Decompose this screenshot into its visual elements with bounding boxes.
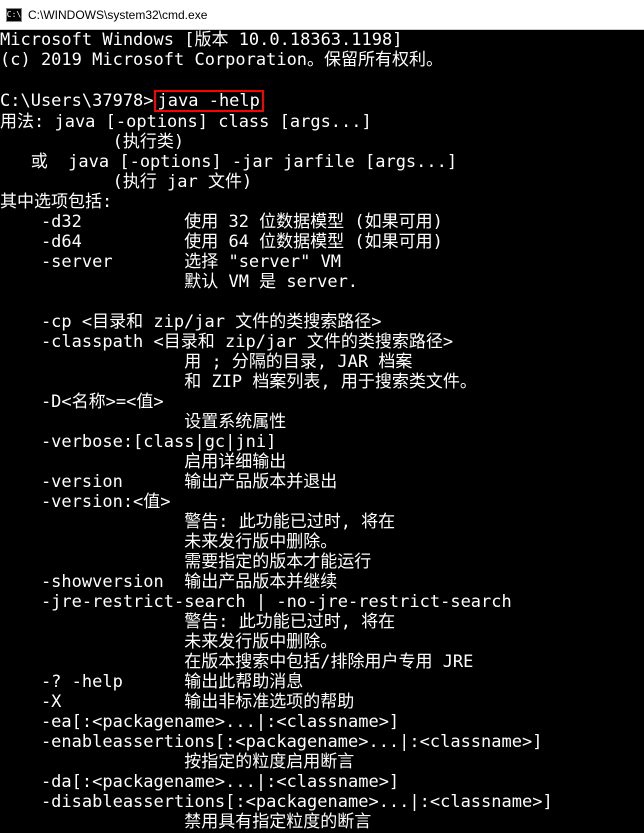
- terminal-line: 启用详细输出: [0, 452, 286, 472]
- terminal-line: 禁用具有指定粒度的断言: [0, 812, 371, 832]
- terminal-line: (c) 2019 Microsoft Corporation。保留所有权利。: [0, 50, 443, 70]
- terminal-line: 设置系统属性: [0, 412, 286, 432]
- terminal-line: 用法: java [-options] class [args...]: [0, 112, 372, 132]
- terminal-line: (执行类): [0, 132, 184, 152]
- terminal-line: -showversion 输出产品版本并继续: [0, 572, 337, 592]
- terminal-line: 警告: 此功能已过时, 将在: [0, 612, 395, 632]
- terminal-line: 和 ZIP 档案列表, 用于搜索类文件。: [0, 372, 477, 392]
- terminal-line: Microsoft Windows [版本 10.0.18363.1198]: [0, 30, 402, 50]
- command-text: java -help: [158, 91, 260, 111]
- terminal-line: -disableassertions[:<packagename>...|:<c…: [0, 792, 553, 812]
- terminal-line: -version 输出产品版本并退出: [0, 472, 337, 492]
- terminal-line: -d32 使用 32 位数据模型 (如果可用): [0, 212, 443, 232]
- cmd-icon: C:\: [6, 8, 22, 22]
- terminal-line: 其中选项包括:: [0, 192, 112, 212]
- terminal-line: -enableassertions[:<packagename>...|:<cl…: [0, 732, 542, 752]
- terminal-line: -server 选择 "server" VM: [0, 252, 341, 272]
- terminal-line: -classpath <目录和 zip/jar 文件的类搜索路径>: [0, 332, 453, 352]
- terminal-line: 用 ; 分隔的目录, JAR 档案: [0, 352, 412, 372]
- terminal-line: -da[:<packagename>...|:<classname>]: [0, 772, 399, 792]
- terminal-line: 需要指定的版本才能运行: [0, 552, 371, 572]
- window-titlebar: C:\ C:\WINDOWS\system32\cmd.exe: [0, 0, 644, 30]
- window-title: C:\WINDOWS\system32\cmd.exe: [28, 8, 207, 22]
- terminal-line: -d64 使用 64 位数据模型 (如果可用): [0, 232, 443, 252]
- terminal-line: 警告: 此功能已过时, 将在: [0, 512, 395, 532]
- terminal-line: 未来发行版中删除。: [0, 632, 337, 652]
- terminal-line: -? -help 输出此帮助消息: [0, 672, 303, 692]
- terminal-line: -jre-restrict-search | -no-jre-restrict-…: [0, 592, 512, 612]
- terminal-line: 按指定的粒度启用断言: [0, 752, 354, 772]
- terminal-line: 或 java [-options] -jar jarfile [args...]: [0, 152, 457, 172]
- terminal-line: -verbose:[class|gc|jni]: [0, 432, 276, 452]
- terminal-line: -D<名称>=<值>: [0, 392, 164, 412]
- terminal-line: -cp <目录和 zip/jar 文件的类搜索路径>: [0, 312, 381, 332]
- terminal-line: -ea[:<packagename>...|:<classname>]: [0, 712, 399, 732]
- highlighted-command: java -help: [154, 90, 264, 112]
- terminal-output[interactable]: Microsoft Windows [版本 10.0.18363.1198] (…: [0, 30, 644, 833]
- terminal-line: -version:<值>: [0, 492, 171, 512]
- terminal-line: -X 输出非标准选项的帮助: [0, 692, 354, 712]
- terminal-line: 未来发行版中删除。: [0, 532, 337, 552]
- terminal-line: 在版本搜索中包括/排除用户专用 JRE: [0, 652, 473, 672]
- terminal-line: 默认 VM 是 server.: [0, 272, 358, 292]
- prompt-path: C:\Users\37978>: [0, 91, 154, 111]
- terminal-line: (执行 jar 文件): [0, 172, 252, 192]
